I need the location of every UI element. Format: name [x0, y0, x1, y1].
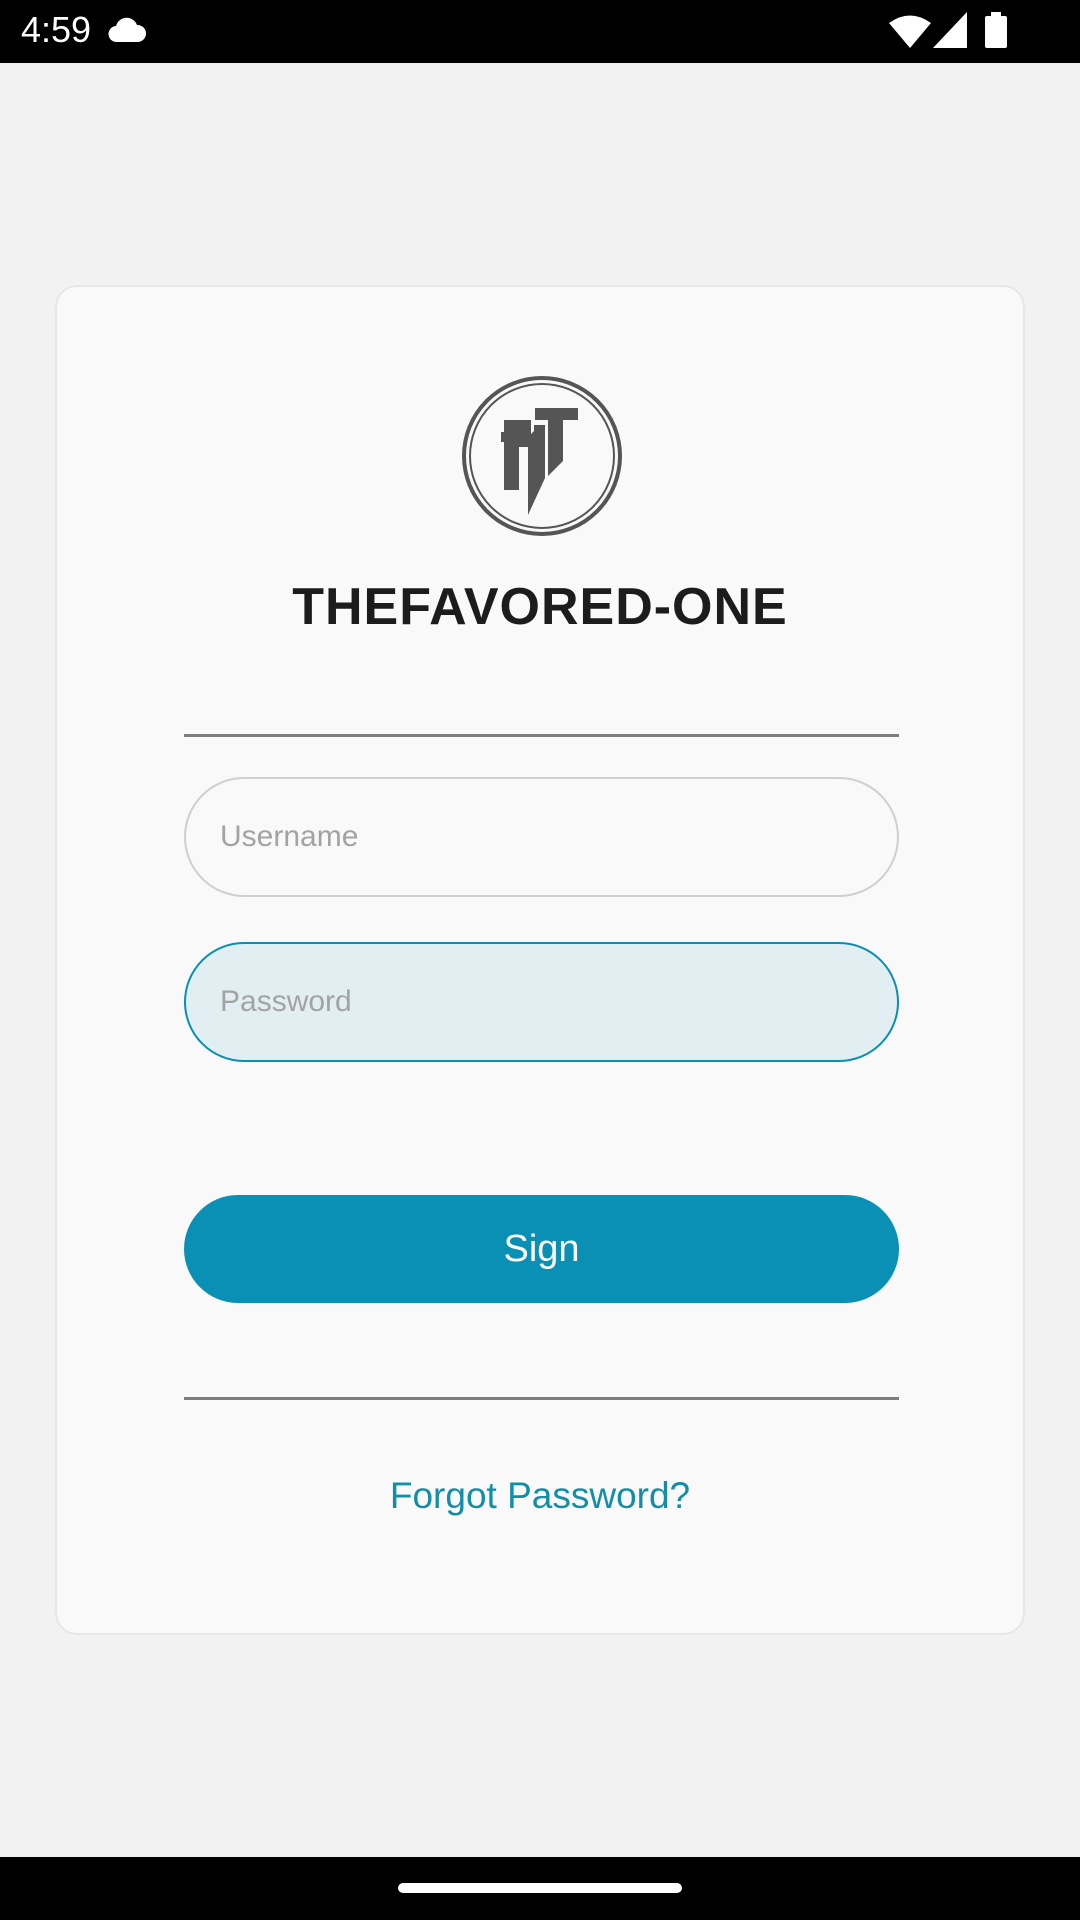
username-input[interactable]	[184, 777, 899, 897]
brand-title: THEFAVORED-ONE	[292, 578, 788, 636]
wifi-icon	[889, 15, 931, 48]
status-time: 4:59	[21, 9, 92, 50]
sign-button[interactable]: Sign	[184, 1195, 899, 1303]
divider	[184, 1397, 899, 1400]
cloud-icon	[108, 17, 146, 43]
divider	[184, 734, 899, 737]
login-card: THEFAVORED-ONE Sign Forgot Password?	[55, 285, 1025, 1635]
battery-icon	[985, 12, 1007, 48]
home-indicator[interactable]	[398, 1883, 682, 1893]
password-input[interactable]	[184, 942, 899, 1062]
brand-logo-icon	[462, 376, 622, 536]
signal-icon	[933, 12, 967, 48]
status-bar: 4:59	[0, 0, 1080, 63]
forgot-password-link[interactable]: Forgot Password?	[57, 1475, 1023, 1517]
navigation-bar	[0, 1857, 1080, 1920]
